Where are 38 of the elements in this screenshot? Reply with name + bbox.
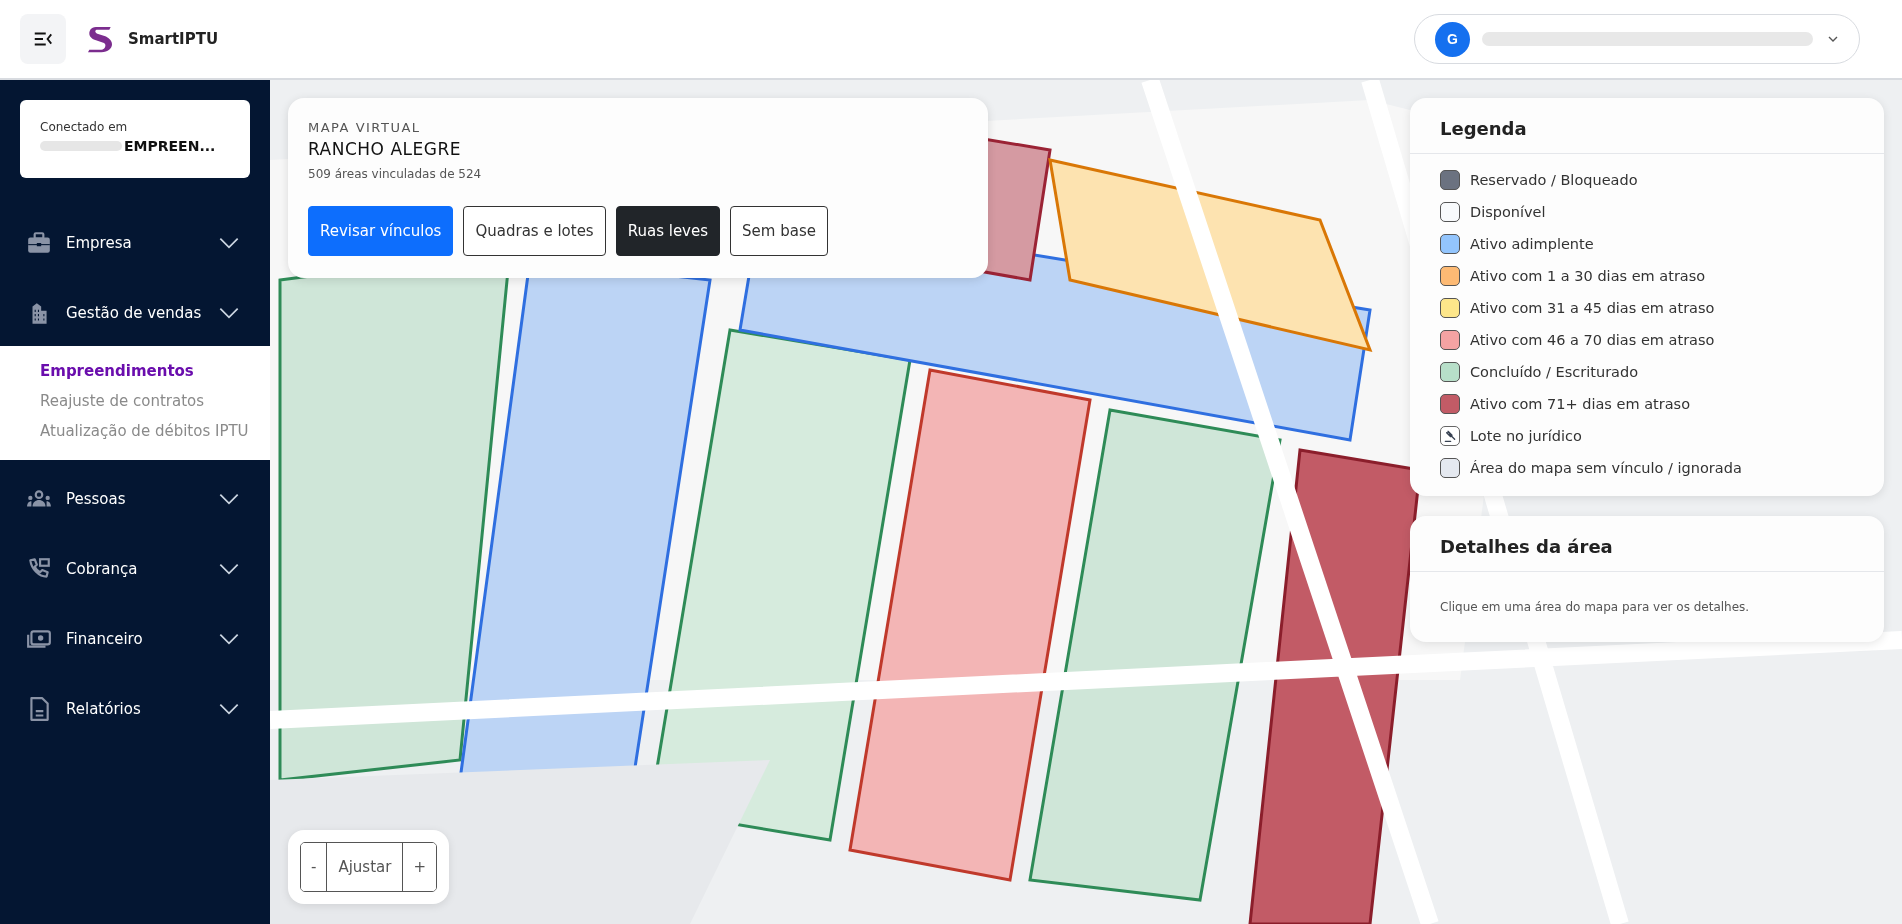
linked-areas-summary: 509 áreas vinculadas de 524 xyxy=(308,167,483,181)
legend-label: Disponível xyxy=(1470,204,1546,220)
connection-value: EMPREEN... xyxy=(124,138,216,154)
nav-item[interactable]: Cobrança xyxy=(0,534,270,604)
base-layer-button[interactable]: Sem base xyxy=(730,206,828,256)
nav-item[interactable]: Gestão de vendas xyxy=(0,278,270,348)
legend-label: Ativo com 1 a 30 dias em atraso xyxy=(1470,268,1706,284)
connection-label: Conectado em xyxy=(40,120,129,134)
legend-label: Lote no jurídico xyxy=(1470,428,1582,444)
legend-title: Legenda xyxy=(1440,118,1528,139)
map-eyebrow: MAPA VIRTUAL xyxy=(308,120,422,135)
submenu-item[interactable]: Empreendimentos xyxy=(0,356,270,386)
gavel-icon xyxy=(1442,428,1458,444)
details-hint: Clique em uma área do mapa para ver os detalhes. xyxy=(1439,599,1751,616)
user-menu-button[interactable]: G xyxy=(1414,14,1860,64)
base-layer-button[interactable]: Ruas leves xyxy=(615,206,721,256)
legend-label: Reservado / Bloqueado xyxy=(1470,172,1638,188)
base-layer-button[interactable]: Quadras e lotes xyxy=(463,206,606,256)
nav-item[interactable]: Financeiro xyxy=(0,604,270,674)
menu-button[interactable] xyxy=(20,14,66,64)
legend-label: Área do mapa sem vínculo / ignorada xyxy=(1470,460,1742,476)
legend-label: Ativo com 71+ dias em atraso xyxy=(1470,396,1690,412)
nav-item[interactable]: Empresa xyxy=(0,208,270,278)
review-links-button[interactable]: Revisar vínculos xyxy=(308,206,454,256)
development-title: RANCHO ALEGRE xyxy=(308,139,462,159)
app-name: SmartIPTU xyxy=(128,30,219,48)
details-title: Detalhes da área xyxy=(1440,536,1614,557)
legend-label: Concluído / Escriturado xyxy=(1470,364,1639,380)
briefcase-icon xyxy=(26,230,52,256)
legend-label: Ativo com 31 a 45 dias em atraso xyxy=(1470,300,1715,316)
submenu-item[interactable]: Reajuste de contratos xyxy=(0,386,270,416)
legend-label: Ativo com 46 a 70 dias em atraso xyxy=(1470,332,1715,348)
user-avatar: G xyxy=(1435,21,1470,57)
nav-item[interactable]: Pessoas xyxy=(0,464,270,534)
legend-label: Ativo adimplente xyxy=(1470,236,1594,252)
nav-item[interactable]: Relatórios xyxy=(0,674,270,744)
fit-button[interactable]: Ajustar xyxy=(326,843,404,891)
submenu-item[interactable]: Atualização de débitos IPTU xyxy=(0,416,270,446)
